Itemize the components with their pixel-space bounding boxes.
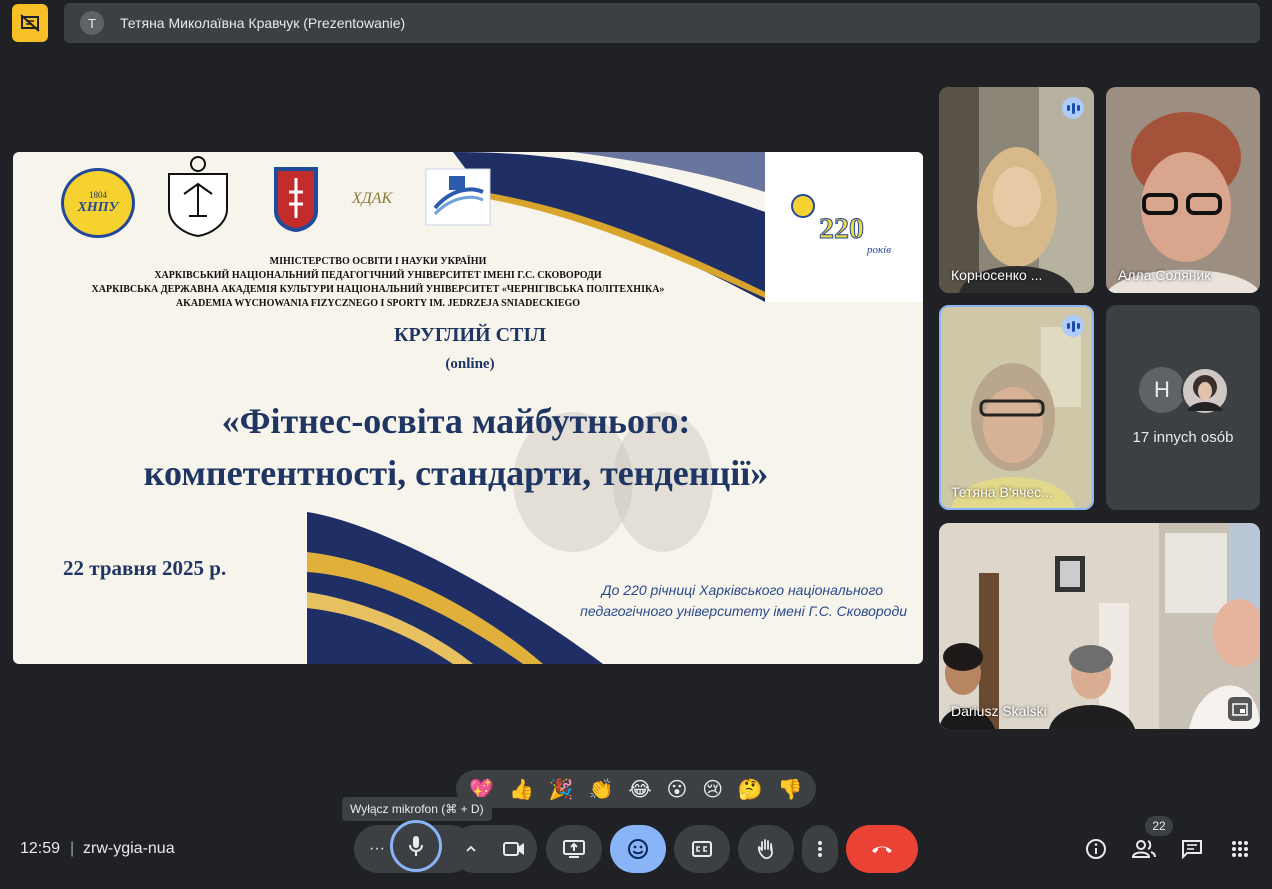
event-title-line2: компетентності, стандарти, тенденції» (143, 453, 769, 493)
meeting-details-button[interactable] (1083, 836, 1109, 862)
reaction-clap[interactable]: 👏 (589, 777, 614, 802)
more-options-button[interactable] (802, 825, 838, 873)
reaction-thumbs-down[interactable]: 👎 (778, 777, 803, 802)
participant-name: Dariusz Skalski (951, 703, 1047, 719)
more-vert-icon (818, 841, 822, 857)
dedication: До 220 річниці Харківського національног… (580, 582, 907, 619)
mic-tooltip: Wyłącz mikrofon (⌘ + D) (342, 797, 492, 821)
anniversary-220-logo: 220 років (787, 192, 911, 272)
reaction-laugh[interactable]: 😂 (628, 777, 651, 802)
participant-name: Тетяна В'ячес... (951, 484, 1053, 500)
others-avatar: H (1139, 367, 1185, 413)
reaction-thinking[interactable]: 🤔 (738, 777, 763, 802)
microphone-button[interactable] (390, 820, 442, 872)
reaction-surprised[interactable]: 😮 (667, 777, 688, 802)
video-feed (941, 307, 1092, 508)
video-options-button[interactable] (451, 845, 491, 853)
present-screen-button[interactable] (546, 825, 602, 873)
hang-up-icon (872, 846, 892, 853)
presenter-title: Тетяна Миколаївна Кравчук (Prezentowanie… (120, 15, 406, 31)
presentation-slide: 1804 ХНПУ ХДАК 220 років МІНІСТЕРСТВО ОС… (13, 152, 923, 664)
gdansk-academy-emblem (274, 167, 318, 232)
others-tile[interactable]: H 17 innych osób (1106, 305, 1260, 510)
speaking-indicator-icon (1062, 97, 1084, 119)
chat-button[interactable] (1179, 836, 1205, 862)
reactions-button[interactable] (610, 825, 666, 873)
speaking-indicator-icon (1062, 315, 1084, 337)
others-photo-avatar (1181, 367, 1229, 415)
others-count-label: 17 innych osób (1132, 429, 1234, 446)
organizer-line: МІНІСТЕРСТВО ОСВІТИ І НАУКИ УКРАЇНИ (269, 256, 487, 267)
reaction-thumbs-up[interactable]: 👍 (509, 777, 534, 802)
reaction-party[interactable]: 🎉 (549, 777, 574, 802)
presenter-bar: T Тетяна Миколаївна Кравчук (Prezentowan… (64, 3, 1260, 43)
reaction-sad[interactable]: 😢 (702, 777, 723, 802)
microphone-icon (409, 836, 423, 856)
captions-icon (692, 841, 712, 857)
leave-call-button[interactable] (846, 825, 918, 873)
presenter-avatar: T (80, 11, 104, 35)
chevron-up-icon (466, 845, 476, 852)
chernihiv-polytechnic-logo (425, 168, 491, 226)
people-icon (1131, 840, 1156, 858)
present-screen-icon (563, 840, 585, 858)
participant-name: Корносенко ... (951, 267, 1043, 283)
event-title-line1: «Фітнес-освіта майбутнього: (221, 401, 691, 441)
emoji-icon (628, 839, 648, 859)
people-button[interactable] (1131, 836, 1157, 862)
video-control-group (451, 825, 537, 873)
participant-tile[interactable]: Dariusz Skalski (939, 523, 1260, 729)
video-feed (1106, 87, 1260, 293)
organizer-line: AKADEMIA WYCHOWANIA FIZYCZNEGO I SPORTY … (175, 298, 581, 309)
reactions-bar: 💖 👍 🎉 👏 😂 😮 😢 🤔 👎 (456, 770, 816, 808)
chat-icon (1182, 840, 1202, 859)
current-time: 12:59 (20, 840, 61, 857)
divider: | (70, 840, 75, 857)
activities-button[interactable] (1227, 836, 1253, 862)
camera-icon (503, 842, 524, 856)
participant-name: Алла Соляник (1118, 267, 1211, 283)
hand-icon (757, 839, 773, 860)
picture-in-picture-icon (1232, 702, 1248, 716)
audio-settings-button[interactable]: ··· (362, 838, 392, 860)
people-count-badge: 22 (1145, 816, 1173, 836)
participant-tile[interactable]: Корносенко ... (939, 87, 1094, 293)
video-feed (939, 523, 1260, 729)
raise-hand-button[interactable] (738, 825, 794, 873)
event-type: КРУГЛИЙ СТІЛ (393, 324, 547, 346)
event-mode: (online) (445, 356, 495, 372)
participant-tile[interactable]: Алла Соляник (1106, 87, 1260, 293)
sports-academy-emblem (168, 156, 228, 238)
hdak-logo: ХДАК (351, 190, 393, 207)
captions-button[interactable] (674, 825, 730, 873)
pip-button[interactable] (1228, 697, 1252, 721)
organizers-block: МІНІСТЕРСТВО ОСВІТИ І НАУКИ УКРАЇНИ ХАРК… (13, 255, 743, 311)
apps-grid-icon (1232, 841, 1248, 857)
camera-button[interactable] (491, 841, 537, 857)
event-date: 22 травня 2025 р. (63, 556, 227, 580)
organizer-line: ХАРКІВСЬКИЙ НАЦІОНАЛЬНИЙ ПЕДАГОГІЧНИЙ УН… (154, 270, 602, 281)
hnpu-logo: 1804 ХНПУ (61, 168, 135, 238)
participant-tile[interactable]: Тетяна В'ячес... (939, 305, 1094, 510)
meeting-code: zrw-ygia-nua (83, 840, 175, 857)
stop-presenting-button[interactable] (12, 4, 48, 42)
presentation-off-icon (20, 14, 40, 32)
organizer-line: ХАРКІВСЬКА ДЕРЖАВНА АКАДЕМІЯ КУЛЬТУРИ НА… (91, 284, 665, 295)
info-icon (1086, 839, 1106, 859)
